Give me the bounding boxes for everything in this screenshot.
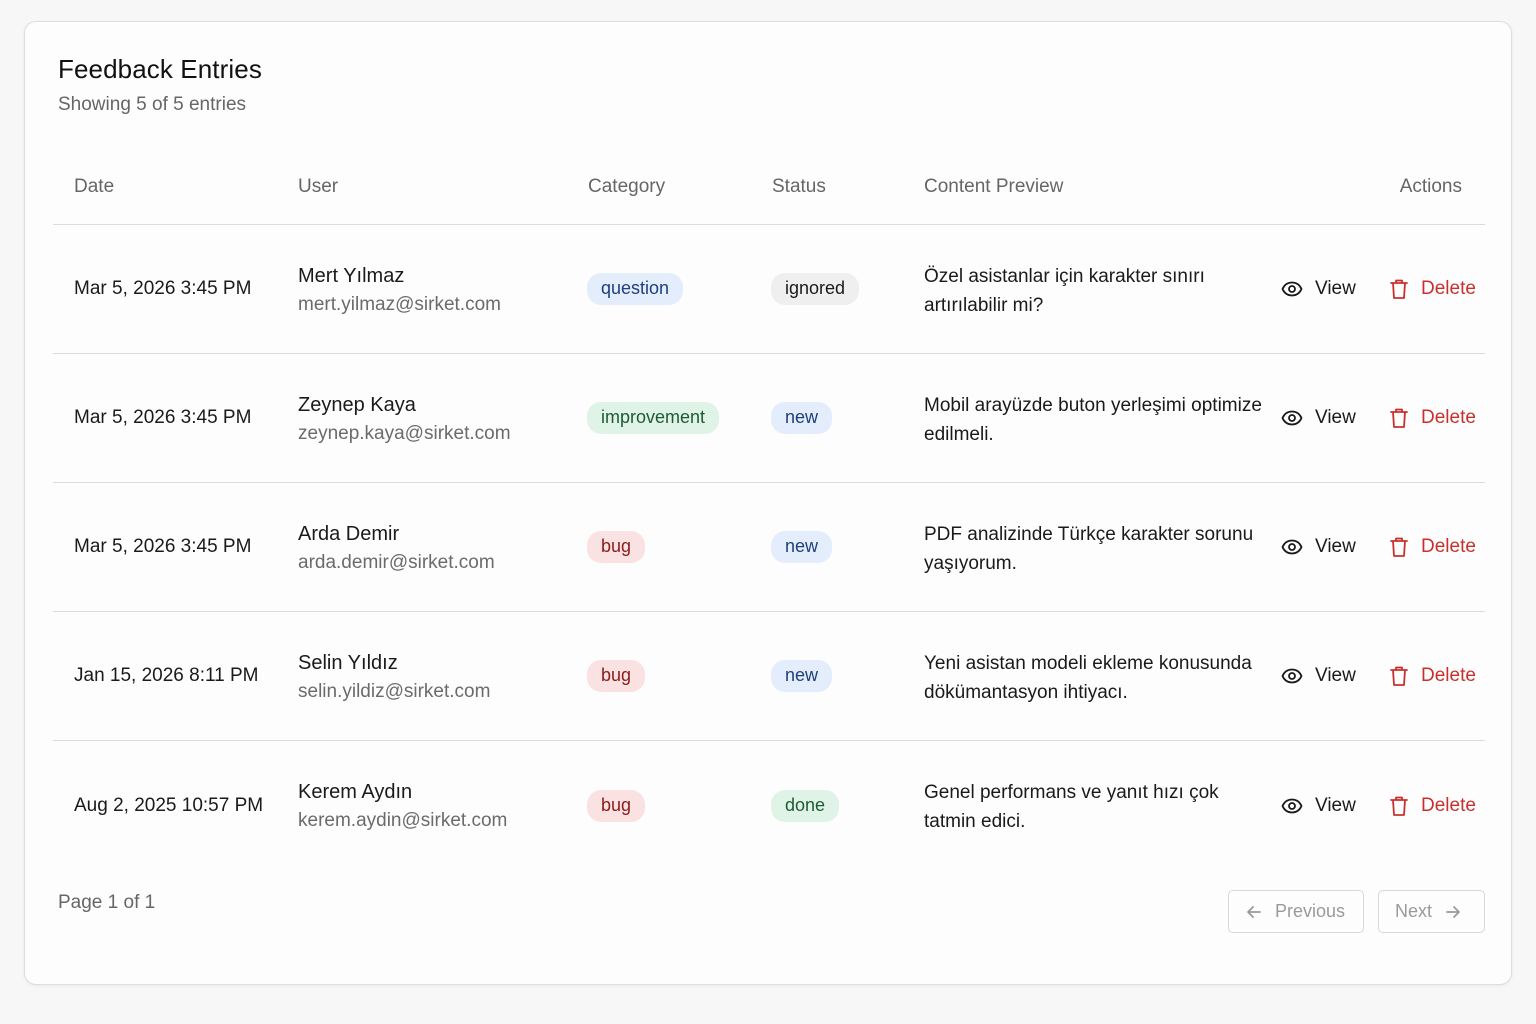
table-body: Mar 5, 2026 3:45 PM Mert Yılmaz mert.yilma…	[53, 225, 1485, 870]
view-label: View	[1315, 794, 1356, 816]
category-badge: bug	[587, 660, 646, 692]
category-cell: bug	[587, 660, 646, 692]
user-email: kerem.aydin@sirket.com	[298, 810, 508, 831]
status-cell: new	[771, 402, 833, 434]
delete-button[interactable]: Delete	[1389, 665, 1476, 687]
status-badge: ignored	[771, 273, 860, 305]
status-cell: new	[771, 660, 833, 692]
trash-icon	[1389, 407, 1409, 429]
status-cell: done	[771, 789, 840, 822]
content-preview: Mobil arayüzde buton yerleşimi optimize …	[924, 395, 1262, 445]
table-header: Date User Category Status Content Previe…	[53, 162, 1485, 225]
eye-icon	[1281, 536, 1303, 558]
table-row: Aug 2, 2025 10:57 PM Kerem Aydın kerem.ayd…	[53, 741, 1485, 870]
user-name: Selin Yıldız	[298, 652, 398, 674]
user-email: selin.yildiz@sirket.com	[298, 681, 491, 702]
previous-label: Previous	[1275, 901, 1346, 921]
status-badge: new	[771, 660, 833, 692]
user-name: Kerem Aydın	[298, 781, 413, 803]
user-cell: Arda Demir arda.demir@sirket.com	[298, 520, 495, 578]
table-row: Jan 15, 2026 8:11 PM Selin Yıldız selin.yi…	[53, 612, 1485, 741]
view-button[interactable]: View	[1281, 665, 1356, 687]
status-badge: done	[771, 789, 840, 822]
column-header-status: Status	[772, 176, 826, 197]
user-name: Zeynep Kaya	[298, 394, 416, 416]
content-preview: Özel asistanlar için karakter sınırı art…	[924, 266, 1205, 316]
view-label: View	[1315, 407, 1356, 428]
view-label: View	[1315, 536, 1356, 557]
eye-icon	[1281, 278, 1303, 300]
category-cell: bug	[587, 789, 646, 822]
content-preview: Genel performans ve yanıt hızı çok tatmi…	[924, 782, 1219, 832]
view-button[interactable]: View	[1281, 407, 1356, 429]
feedback-card: Feedback Entries Showing 5 of 5 entries …	[24, 21, 1512, 985]
user-email: mert.yilmaz@sirket.com	[298, 294, 501, 315]
user-name: Arda Demir	[298, 523, 400, 545]
category-cell: improvement	[587, 402, 720, 434]
user-email: arda.demir@sirket.com	[298, 552, 495, 573]
category-badge: question	[587, 273, 684, 305]
eye-icon	[1281, 665, 1303, 687]
user-cell: Zeynep Kaya zeynep.kaya@sirket.com	[298, 391, 511, 449]
trash-icon	[1389, 278, 1409, 300]
category-badge: bug	[587, 789, 646, 822]
status-badge: new	[771, 402, 833, 434]
view-button[interactable]: View	[1281, 795, 1356, 817]
entry-date: Jan 15, 2026 8:11 PM	[74, 665, 259, 686]
next-button[interactable]: Next	[1378, 890, 1485, 933]
category-badge: improvement	[587, 402, 720, 434]
delete-button[interactable]: Delete	[1389, 278, 1476, 300]
delete-button[interactable]: Delete	[1389, 407, 1476, 429]
delete-label: Delete	[1421, 536, 1476, 557]
eye-icon	[1281, 407, 1303, 429]
category-cell: question	[587, 273, 684, 305]
previous-button[interactable]: Previous	[1228, 890, 1364, 933]
status-badge: new	[771, 531, 833, 563]
view-button[interactable]: View	[1281, 536, 1356, 558]
trash-icon	[1389, 795, 1409, 817]
arrow-right-icon	[1444, 903, 1462, 921]
column-header-user: User	[298, 176, 339, 197]
user-cell: Kerem Aydın kerem.aydin@sirket.com	[298, 778, 507, 836]
next-label: Next	[1395, 901, 1433, 921]
user-name: Mert Yılmaz	[298, 265, 405, 287]
entry-date: Mar 5, 2026 3:45 PM	[74, 536, 252, 557]
category-badge: bug	[587, 531, 646, 563]
user-cell: Selin Yıldız selin.yildiz@sirket.com	[298, 649, 490, 707]
column-header-category: Category	[588, 176, 666, 197]
view-button[interactable]: View	[1281, 278, 1356, 300]
user-cell: Mert Yılmaz mert.yilmaz@sirket.com	[298, 262, 501, 320]
content-preview: Yeni asistan modeli ekleme konusunda dök…	[924, 653, 1252, 703]
category-cell: bug	[587, 531, 646, 563]
page-info: Page 1 of 1	[58, 892, 156, 913]
entry-date: Mar 5, 2026 3:45 PM	[74, 407, 252, 428]
table-row: Mar 5, 2026 3:45 PM Zeynep Kaya zeynep.kay…	[53, 354, 1485, 483]
view-label: View	[1315, 665, 1356, 686]
delete-label: Delete	[1421, 665, 1476, 686]
column-header-date: Date	[74, 176, 115, 197]
column-header-content: Content Preview	[924, 176, 1064, 197]
trash-icon	[1389, 536, 1409, 558]
column-header-actions: Actions	[1399, 176, 1462, 197]
delete-button[interactable]: Delete	[1389, 795, 1476, 817]
delete-label: Delete	[1421, 278, 1476, 299]
table-row: Mar 5, 2026 3:45 PM Mert Yılmaz mert.yilma…	[53, 225, 1485, 354]
entry-date: Mar 5, 2026 3:45 PM	[74, 278, 252, 299]
trash-icon	[1389, 665, 1409, 687]
entries-count: Showing 5 of 5 entries	[58, 94, 247, 115]
delete-label: Delete	[1421, 407, 1476, 428]
user-email: zeynep.kaya@sirket.com	[298, 423, 511, 444]
eye-icon	[1281, 795, 1303, 817]
page-title: Feedback Entries	[58, 54, 262, 84]
arrow-left-icon	[1245, 903, 1263, 921]
table-row: Mar 5, 2026 3:45 PM Arda Demir arda.demir@…	[53, 483, 1485, 612]
view-label: View	[1315, 278, 1356, 299]
delete-button[interactable]: Delete	[1389, 536, 1476, 558]
status-cell: new	[771, 531, 833, 563]
entry-date: Aug 2, 2025 10:57 PM	[74, 794, 264, 816]
delete-label: Delete	[1421, 794, 1476, 816]
content-preview: PDF analizinde Türkçe karakter sorunu ya…	[924, 524, 1254, 574]
status-cell: ignored	[771, 273, 860, 305]
